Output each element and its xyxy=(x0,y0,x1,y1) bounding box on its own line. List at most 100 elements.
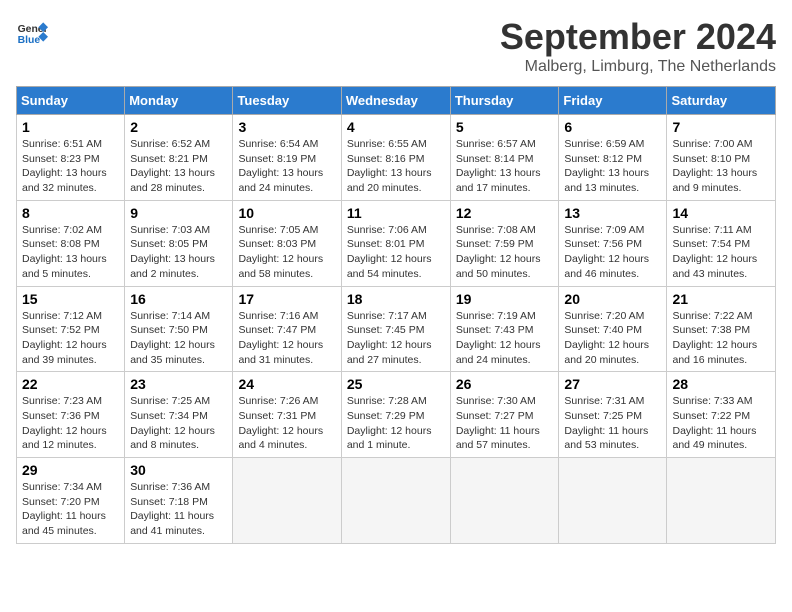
weekday-header: Sunday xyxy=(17,87,125,115)
day-number: 21 xyxy=(672,291,770,307)
day-number: 10 xyxy=(238,205,335,221)
calendar-cell: 17 Sunrise: 7:16 AM Sunset: 7:47 PM Dayli… xyxy=(233,286,341,372)
day-info: Sunrise: 6:55 AM Sunset: 8:16 PM Dayligh… xyxy=(347,137,445,196)
day-info: Sunrise: 6:59 AM Sunset: 8:12 PM Dayligh… xyxy=(564,137,661,196)
calendar-cell xyxy=(450,458,559,544)
calendar-cell: 16 Sunrise: 7:14 AM Sunset: 7:50 PM Dayli… xyxy=(125,286,233,372)
calendar-cell: 10 Sunrise: 7:05 AM Sunset: 8:03 PM Dayli… xyxy=(233,200,341,286)
day-number: 30 xyxy=(130,462,227,478)
calendar-cell xyxy=(559,458,667,544)
day-number: 4 xyxy=(347,119,445,135)
logo-icon: General Blue xyxy=(16,16,48,48)
calendar-cell: 28 Sunrise: 7:33 AM Sunset: 7:22 PM Dayli… xyxy=(667,372,776,458)
day-info: Sunrise: 7:31 AM Sunset: 7:25 PM Dayligh… xyxy=(564,394,661,453)
day-number: 8 xyxy=(22,205,119,221)
calendar-cell: 18 Sunrise: 7:17 AM Sunset: 7:45 PM Dayli… xyxy=(341,286,450,372)
day-number: 17 xyxy=(238,291,335,307)
calendar-cell: 22 Sunrise: 7:23 AM Sunset: 7:36 PM Dayli… xyxy=(17,372,125,458)
calendar-cell: 20Sunrise: 7:20 AM Sunset: 7:40 PM Dayli… xyxy=(559,286,667,372)
calendar-cell: 25Sunrise: 7:28 AM Sunset: 7:29 PM Dayli… xyxy=(341,372,450,458)
calendar-cell: 4 Sunrise: 6:55 AM Sunset: 8:16 PM Daylig… xyxy=(341,115,450,201)
day-number: 24 xyxy=(238,376,335,392)
day-number: 28 xyxy=(672,376,770,392)
calendar-header: SundayMondayTuesdayWednesdayThursdayFrid… xyxy=(17,87,776,115)
day-number: 18 xyxy=(347,291,445,307)
day-info: Sunrise: 6:54 AM Sunset: 8:19 PM Dayligh… xyxy=(238,137,335,196)
day-info: Sunrise: 7:26 AM Sunset: 7:31 PM Dayligh… xyxy=(238,394,335,453)
day-number: 7 xyxy=(672,119,770,135)
day-info: Sunrise: 7:36 AM Sunset: 7:18 PM Dayligh… xyxy=(130,480,227,539)
day-info: Sunrise: 6:52 AM Sunset: 8:21 PM Dayligh… xyxy=(130,137,227,196)
day-info: Sunrise: 7:22 AM Sunset: 7:38 PM Dayligh… xyxy=(672,309,770,368)
calendar-table: SundayMondayTuesdayWednesdayThursdayFrid… xyxy=(16,86,776,544)
calendar-cell: 26Sunrise: 7:30 AM Sunset: 7:27 PM Dayli… xyxy=(450,372,559,458)
day-number: 15 xyxy=(22,291,119,307)
day-info: Sunrise: 7:34 AM Sunset: 7:20 PM Dayligh… xyxy=(22,480,119,539)
calendar-cell: 15 Sunrise: 7:12 AM Sunset: 7:52 PM Dayli… xyxy=(17,286,125,372)
weekday-header: Wednesday xyxy=(341,87,450,115)
calendar-cell: 2 Sunrise: 6:52 AM Sunset: 8:21 PM Daylig… xyxy=(125,115,233,201)
day-info: Sunrise: 6:51 AM Sunset: 8:23 PM Dayligh… xyxy=(22,137,119,196)
day-info: Sunrise: 7:11 AM Sunset: 7:54 PM Dayligh… xyxy=(672,223,770,282)
calendar-cell: 7 Sunrise: 7:00 AM Sunset: 8:10 PM Daylig… xyxy=(667,115,776,201)
day-number: 2 xyxy=(130,119,227,135)
day-info: Sunrise: 7:16 AM Sunset: 7:47 PM Dayligh… xyxy=(238,309,335,368)
day-number: 14 xyxy=(672,205,770,221)
location-subtitle: Malberg, Limburg, The Netherlands xyxy=(500,58,776,76)
day-number: 13 xyxy=(564,205,661,221)
calendar-cell: 29 Sunrise: 7:34 AM Sunset: 7:20 PM Dayli… xyxy=(17,458,125,544)
day-number: 3 xyxy=(238,119,335,135)
day-number: 1 xyxy=(22,119,119,135)
day-info: Sunrise: 7:23 AM Sunset: 7:36 PM Dayligh… xyxy=(22,394,119,453)
weekday-header: Friday xyxy=(559,87,667,115)
weekday-header: Saturday xyxy=(667,87,776,115)
day-info: Sunrise: 7:17 AM Sunset: 7:45 PM Dayligh… xyxy=(347,309,445,368)
day-info: Sunrise: 7:14 AM Sunset: 7:50 PM Dayligh… xyxy=(130,309,227,368)
day-info: Sunrise: 7:03 AM Sunset: 8:05 PM Dayligh… xyxy=(130,223,227,282)
weekday-header: Tuesday xyxy=(233,87,341,115)
title-block: September 2024 Malberg, Limburg, The Net… xyxy=(500,16,776,76)
day-info: Sunrise: 7:12 AM Sunset: 7:52 PM Dayligh… xyxy=(22,309,119,368)
day-number: 26 xyxy=(456,376,554,392)
day-number: 23 xyxy=(130,376,227,392)
calendar-cell xyxy=(341,458,450,544)
day-info: Sunrise: 7:28 AM Sunset: 7:29 PM Dayligh… xyxy=(347,394,445,453)
calendar-cell: 24 Sunrise: 7:26 AM Sunset: 7:31 PM Dayli… xyxy=(233,372,341,458)
day-info: Sunrise: 7:05 AM Sunset: 8:03 PM Dayligh… xyxy=(238,223,335,282)
month-title: September 2024 xyxy=(500,16,776,58)
day-number: 6 xyxy=(564,119,661,135)
page-header: General Blue September 2024 Malberg, Lim… xyxy=(16,16,776,76)
day-info: Sunrise: 7:00 AM Sunset: 8:10 PM Dayligh… xyxy=(672,137,770,196)
calendar-cell: 11 Sunrise: 7:06 AM Sunset: 8:01 PM Dayli… xyxy=(341,200,450,286)
calendar-cell: 23Sunrise: 7:25 AM Sunset: 7:34 PM Dayli… xyxy=(125,372,233,458)
day-info: Sunrise: 7:33 AM Sunset: 7:22 PM Dayligh… xyxy=(672,394,770,453)
day-number: 12 xyxy=(456,205,554,221)
calendar-cell: 1 Sunrise: 6:51 AM Sunset: 8:23 PM Daylig… xyxy=(17,115,125,201)
day-info: Sunrise: 7:09 AM Sunset: 7:56 PM Dayligh… xyxy=(564,223,661,282)
calendar-cell xyxy=(667,458,776,544)
day-number: 22 xyxy=(22,376,119,392)
day-number: 16 xyxy=(130,291,227,307)
calendar-cell: 5Sunrise: 6:57 AM Sunset: 8:14 PM Daylig… xyxy=(450,115,559,201)
day-info: Sunrise: 7:08 AM Sunset: 7:59 PM Dayligh… xyxy=(456,223,554,282)
day-number: 29 xyxy=(22,462,119,478)
day-number: 9 xyxy=(130,205,227,221)
calendar-cell: 21 Sunrise: 7:22 AM Sunset: 7:38 PM Dayli… xyxy=(667,286,776,372)
calendar-cell: 9 Sunrise: 7:03 AM Sunset: 8:05 PM Daylig… xyxy=(125,200,233,286)
calendar-cell: 6 Sunrise: 6:59 AM Sunset: 8:12 PM Daylig… xyxy=(559,115,667,201)
calendar-cell: 14 Sunrise: 7:11 AM Sunset: 7:54 PM Dayli… xyxy=(667,200,776,286)
day-info: Sunrise: 7:02 AM Sunset: 8:08 PM Dayligh… xyxy=(22,223,119,282)
calendar-cell: 3 Sunrise: 6:54 AM Sunset: 8:19 PM Daylig… xyxy=(233,115,341,201)
day-number: 20 xyxy=(564,291,661,307)
calendar-cell: 27 Sunrise: 7:31 AM Sunset: 7:25 PM Dayli… xyxy=(559,372,667,458)
day-info: Sunrise: 7:19 AM Sunset: 7:43 PM Dayligh… xyxy=(456,309,554,368)
day-number: 27 xyxy=(564,376,661,392)
weekday-header: Thursday xyxy=(450,87,559,115)
svg-text:Blue: Blue xyxy=(18,35,41,46)
day-number: 19 xyxy=(456,291,554,307)
day-info: Sunrise: 7:06 AM Sunset: 8:01 PM Dayligh… xyxy=(347,223,445,282)
calendar-cell: 13 Sunrise: 7:09 AM Sunset: 7:56 PM Dayli… xyxy=(559,200,667,286)
calendar-cell: 8 Sunrise: 7:02 AM Sunset: 8:08 PM Daylig… xyxy=(17,200,125,286)
day-number: 11 xyxy=(347,205,445,221)
day-info: Sunrise: 6:57 AM Sunset: 8:14 PM Dayligh… xyxy=(456,137,554,196)
